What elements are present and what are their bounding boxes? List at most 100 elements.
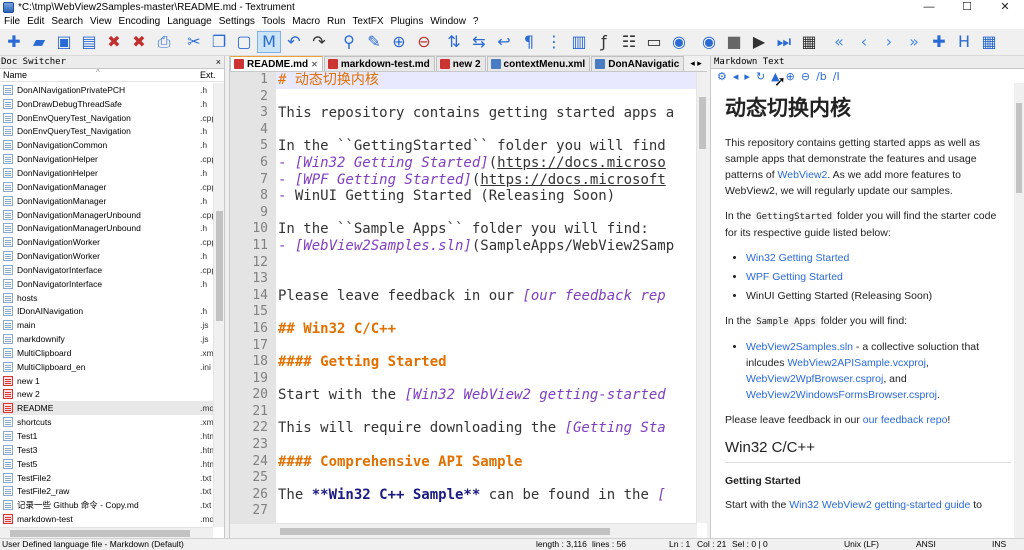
folder-workspace-button[interactable]: ☷ bbox=[617, 31, 641, 53]
monitor-button[interactable]: ▭ bbox=[642, 31, 666, 53]
doc-list-item[interactable]: hosts bbox=[0, 291, 213, 305]
menu-item-textfx[interactable]: TextFX bbox=[348, 15, 386, 29]
function-list-button[interactable]: ƒ bbox=[592, 31, 616, 53]
doc-list-item[interactable]: DonEnvQueryTest_Navigation .h bbox=[0, 125, 213, 139]
doc-list-item[interactable]: markdownify .js bbox=[0, 332, 213, 346]
back-icon[interactable]: ◂ bbox=[733, 70, 739, 83]
tab-scroll-arrows[interactable]: ◂ ▸ bbox=[685, 56, 707, 71]
menu-item-view[interactable]: View bbox=[86, 15, 115, 29]
tab-readme-md[interactable]: README.md ✕ bbox=[230, 56, 323, 71]
stop-macro-button[interactable]: ■ bbox=[722, 31, 746, 53]
undo-button[interactable]: ↶ bbox=[282, 31, 306, 53]
doc-list-item[interactable]: new 1 bbox=[0, 374, 213, 388]
scrollbar-thumb[interactable] bbox=[216, 211, 223, 321]
refresh-icon[interactable]: ↻ bbox=[756, 70, 765, 83]
eye-button[interactable]: ◉ bbox=[667, 31, 691, 53]
doc-list-vertical-scrollbar[interactable] bbox=[213, 83, 224, 527]
doc-list-item[interactable]: Test5 .html bbox=[0, 457, 213, 471]
doc-list-item[interactable]: DonNavigationWorker .h bbox=[0, 249, 213, 263]
win32-getting-started-link[interactable]: Win32 Getting Started bbox=[746, 252, 849, 264]
doc-list-item[interactable]: shortcuts .xml bbox=[0, 415, 213, 429]
doc-list-horizontal-scrollbar[interactable] bbox=[0, 527, 213, 538]
doc-list-item[interactable]: MultiClipboard .xml bbox=[0, 346, 213, 360]
record-macro-button[interactable]: ◉ bbox=[697, 31, 721, 53]
copy-button[interactable]: ❐ bbox=[207, 31, 231, 53]
doc-list-item[interactable]: DonNavigationManagerUnbound .h bbox=[0, 221, 213, 235]
close-all-button[interactable]: ✖ bbox=[127, 31, 151, 53]
tab-markdown-test-md[interactable]: markdown-test.md bbox=[323, 56, 435, 71]
preview-vertical-scrollbar[interactable] bbox=[1014, 83, 1024, 538]
menu-item-file[interactable]: File bbox=[0, 15, 23, 29]
indent-guide-button[interactable]: ⋮ bbox=[542, 31, 566, 53]
feedback-repo-link[interactable]: our feedback repo bbox=[863, 414, 948, 426]
replace-button[interactable]: ✎ bbox=[362, 31, 386, 53]
doc-list-item[interactable]: DonNavigatorInterface .cpp bbox=[0, 263, 213, 277]
italic-icon[interactable]: /I bbox=[833, 70, 840, 83]
webview2samples-sln-link[interactable]: WebView2Samples.sln bbox=[746, 341, 853, 353]
scrollbar-thumb[interactable] bbox=[10, 530, 190, 537]
doc-list-item[interactable]: 记录一些 Github 命令 - Copy.md .txt bbox=[0, 498, 213, 512]
doc-list-item[interactable]: main .js bbox=[0, 318, 213, 332]
doc-list-item[interactable]: DonDrawDebugThreadSafe .h bbox=[0, 97, 213, 111]
doc-list-item[interactable]: Test3 .html bbox=[0, 443, 213, 457]
sync-vertical-button[interactable]: ⇅ bbox=[442, 31, 466, 53]
close-icon[interactable]: ✕ bbox=[311, 60, 318, 69]
cut-button[interactable]: ✂ bbox=[182, 31, 206, 53]
getting-started-guide-link[interactable]: Win32 WebView2 getting-started guide bbox=[789, 499, 970, 511]
close-window-button[interactable]: ✕ bbox=[986, 0, 1024, 15]
save-button[interactable]: ▣ bbox=[52, 31, 76, 53]
webview2-link[interactable]: WebView2 bbox=[778, 169, 828, 181]
apisample-link[interactable]: WebView2APISample.vcxproj bbox=[787, 357, 926, 369]
doc-list-item[interactable]: TestFile2 .txt bbox=[0, 471, 213, 485]
markdown-button[interactable]: M bbox=[257, 31, 281, 53]
forward-icon[interactable]: ▸ bbox=[744, 70, 750, 83]
tab-contextmenu-xml[interactable]: contextMenu.xml bbox=[486, 56, 591, 71]
doc-list-item[interactable]: DonNavigationManagerUnbound .cpp bbox=[0, 208, 213, 222]
doc-list-item[interactable]: DonNavigationCommon .h bbox=[0, 138, 213, 152]
doc-list-item[interactable]: DonNavigationWorker .cpp bbox=[0, 235, 213, 249]
menu-item-window[interactable]: Window bbox=[426, 15, 469, 29]
zoom-in-icon[interactable]: ⊕ bbox=[786, 70, 795, 83]
code-area[interactable]: # 动态切换内核 This repository contains gettin… bbox=[276, 72, 697, 523]
redo-button[interactable]: ↷ bbox=[307, 31, 331, 53]
previous-button[interactable]: ‹ bbox=[852, 31, 876, 53]
maximize-button[interactable]: ☐ bbox=[948, 0, 986, 15]
minimize-button[interactable]: — bbox=[910, 0, 948, 15]
new-file-button[interactable]: ✚ bbox=[2, 31, 26, 53]
doc-list-item[interactable]: Test1 .html bbox=[0, 429, 213, 443]
menu-item-encoding[interactable]: Encoding bbox=[115, 15, 164, 29]
print-button[interactable]: ⎙ bbox=[152, 31, 176, 53]
doc-list-item[interactable]: DonAINavigationPrivatePCH .h bbox=[0, 83, 213, 97]
doc-list-item[interactable]: DonNavigationManager .h bbox=[0, 194, 213, 208]
menu-item-macro[interactable]: Macro bbox=[288, 15, 323, 29]
zoom-out-icon[interactable]: ⊖ bbox=[801, 70, 810, 83]
table-button[interactable]: ▦ bbox=[977, 31, 1001, 53]
run-macro-multiple-button[interactable]: ⏭ bbox=[772, 31, 796, 53]
scrollbar-thumb[interactable] bbox=[280, 528, 610, 535]
menu-item-settings[interactable]: Settings bbox=[215, 15, 258, 29]
status-eol[interactable]: Unix (LF) bbox=[844, 539, 879, 550]
tab-donanavigatic[interactable]: DonANavigatic bbox=[591, 56, 685, 71]
paste-button[interactable]: ▢ bbox=[232, 31, 256, 53]
doc-list-item[interactable]: new 2 bbox=[0, 388, 213, 402]
heading-button[interactable]: H bbox=[952, 31, 976, 53]
next-button[interactable]: › bbox=[877, 31, 901, 53]
doc-list-item[interactable]: README .md bbox=[0, 401, 213, 416]
column-header-ext[interactable]: Ext. bbox=[200, 69, 216, 82]
winformsbrowser-link[interactable]: WebView2WindowsFormsBrowser.csproj bbox=[746, 389, 937, 401]
wpfbrowser-link[interactable]: WebView2WpfBrowser.csproj bbox=[746, 373, 883, 385]
zoom-out-button[interactable]: ⊖ bbox=[412, 31, 436, 53]
doc-list-item[interactable]: DonNavigatorInterface .h bbox=[0, 277, 213, 291]
wpf-getting-started-link[interactable]: WPF Getting Started bbox=[746, 271, 843, 283]
plugin-button[interactable]: ✚ bbox=[927, 31, 951, 53]
scrollbar-thumb[interactable] bbox=[699, 97, 706, 149]
sync-horizontal-button[interactable]: ⇆ bbox=[467, 31, 491, 53]
save-all-button[interactable]: ▤ bbox=[77, 31, 101, 53]
bold-icon[interactable]: /b bbox=[816, 70, 827, 83]
word-wrap-button[interactable]: ↩ bbox=[492, 31, 516, 53]
first-button[interactable]: « bbox=[827, 31, 851, 53]
column-header-name[interactable]: Name bbox=[3, 69, 27, 82]
close-button[interactable]: ✖ bbox=[102, 31, 126, 53]
doc-list-item[interactable]: IDonAINavigation .h bbox=[0, 305, 213, 319]
menu-item-[interactable]: ? bbox=[469, 15, 482, 29]
